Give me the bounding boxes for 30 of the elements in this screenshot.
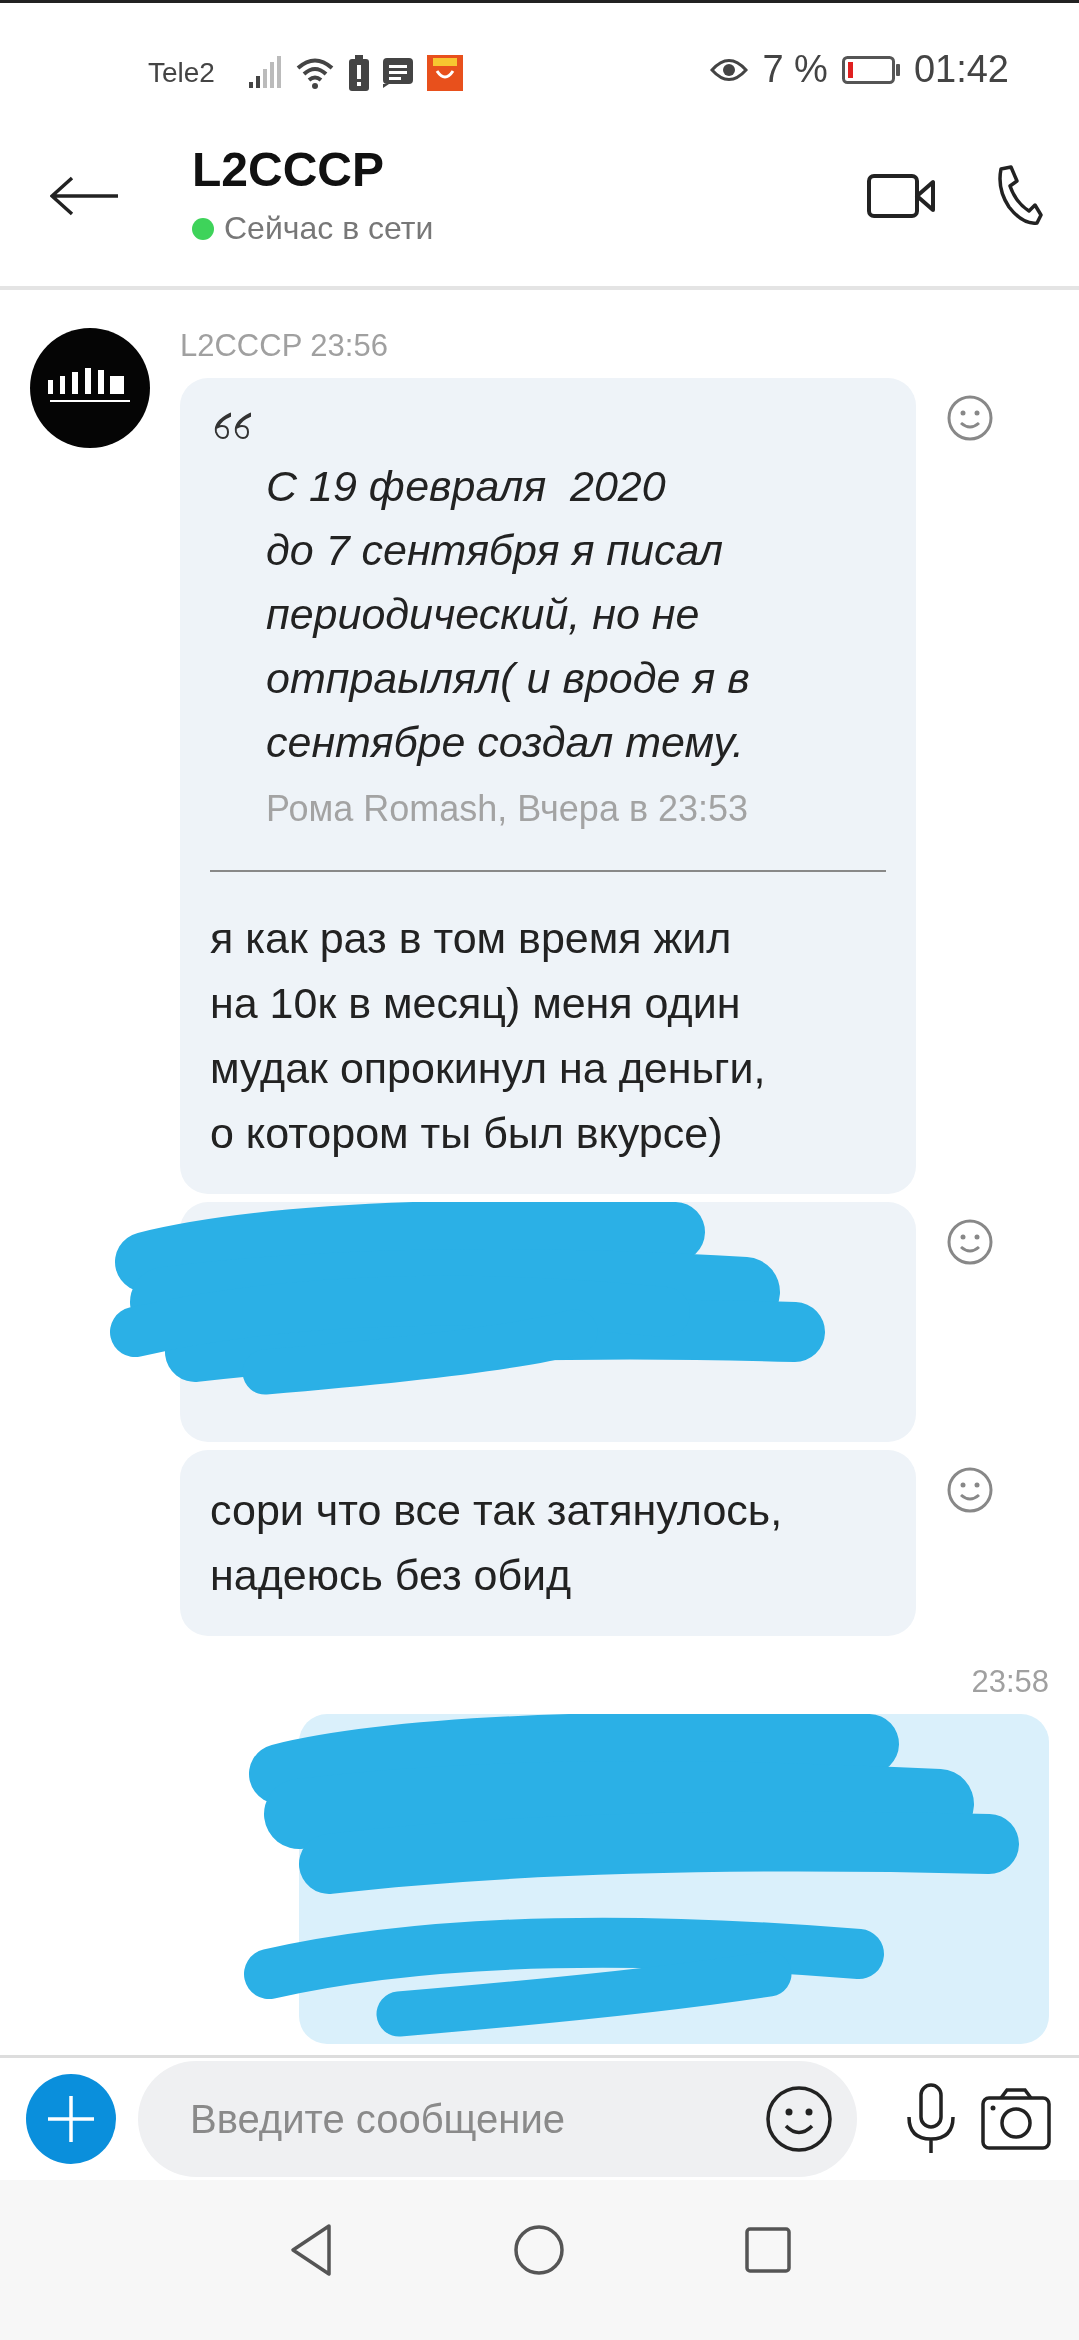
battery-percent: 7 % bbox=[762, 48, 828, 91]
shopping-bag-icon bbox=[426, 55, 463, 91]
video-call-icon[interactable] bbox=[867, 171, 937, 220]
signal-icon bbox=[246, 56, 281, 90]
message-text: сори что все так затянулось, надеюсь без обид bbox=[210, 1485, 784, 1601]
back-icon[interactable] bbox=[50, 175, 120, 216]
add-button[interactable] bbox=[26, 2074, 116, 2164]
wifi-icon bbox=[294, 56, 335, 90]
contact-name: L2CCCP bbox=[192, 143, 386, 197]
battery-alert-icon bbox=[348, 55, 369, 91]
message-input[interactable]: Введите сообщение bbox=[138, 2061, 857, 2177]
back-nav-icon[interactable] bbox=[288, 2223, 333, 2277]
quoted-text: С 19 февраля 2020 до 7 сентября я писал периодический, но не отпраылял( и вроде я в сентябре создал тему. bbox=[265, 461, 751, 768]
add-reaction-icon[interactable] bbox=[946, 1466, 994, 1514]
add-reaction-icon[interactable] bbox=[946, 394, 994, 442]
camera-icon[interactable] bbox=[981, 2088, 1051, 2150]
sender-time: L2CCCP 23:56 bbox=[180, 328, 389, 364]
quote-source: Рома Romash, Вчера в 23:53 bbox=[265, 788, 750, 830]
clock-time: 01:42 bbox=[913, 48, 1009, 91]
carrier-name: Tele2 bbox=[148, 57, 215, 89]
battery-icon bbox=[841, 55, 900, 84]
home-nav-icon[interactable] bbox=[512, 2224, 565, 2276]
message-text: я как раз в том время жил на 10к в месяц) меня один мудак опрокинул на деньги, о котором ты был вкурсе) bbox=[210, 913, 767, 1159]
message-icon bbox=[382, 58, 413, 88]
recents-nav-icon[interactable] bbox=[744, 2227, 791, 2273]
message-time: 23:58 bbox=[971, 1664, 1049, 1700]
add-reaction-icon[interactable] bbox=[946, 1218, 994, 1266]
eye-icon bbox=[710, 56, 749, 83]
presence-status: Сейчас в сети bbox=[224, 210, 434, 248]
emoji-icon[interactable] bbox=[765, 2085, 833, 2153]
